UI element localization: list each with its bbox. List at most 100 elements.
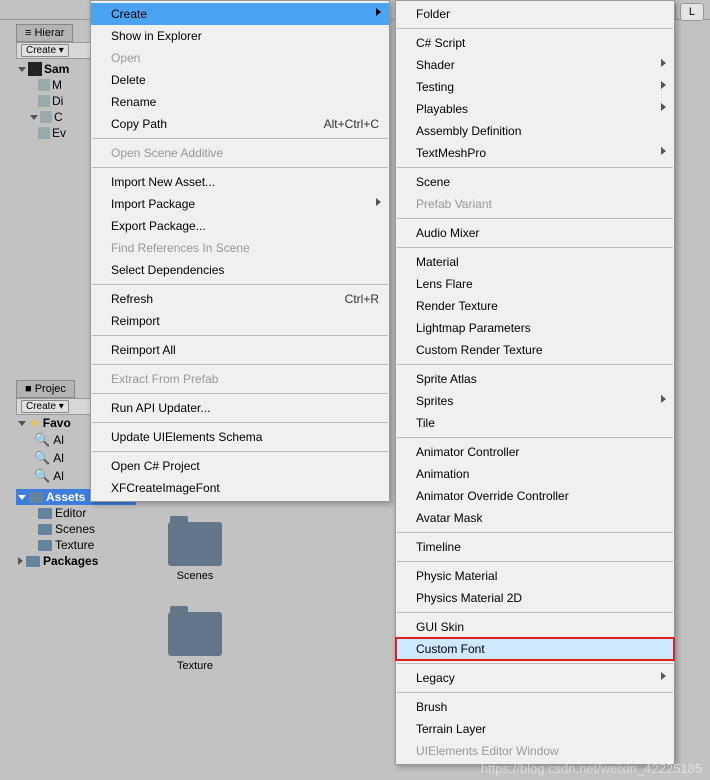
watermark: https://blog.csdn.net/weixin_42225185 xyxy=(481,761,702,776)
menu-item-animation[interactable]: Animation xyxy=(396,463,674,485)
menu-separator xyxy=(92,393,388,394)
shortcut-label: Alt+Ctrl+C xyxy=(324,117,379,131)
menu-item-legacy[interactable]: Legacy xyxy=(396,667,674,689)
menu-item-tile[interactable]: Tile xyxy=(396,412,674,434)
submenu-arrow-icon xyxy=(376,198,381,206)
menu-item-xfcreateimagefont[interactable]: XFCreateImageFont xyxy=(91,477,389,499)
top-button-l[interactable]: L xyxy=(680,3,704,21)
menu-separator xyxy=(397,247,673,248)
menu-item-export-package[interactable]: Export Package... xyxy=(91,215,389,237)
project-create-button[interactable]: Create ▾ xyxy=(21,400,69,413)
menu-separator xyxy=(92,364,388,365)
menu-item-reimport[interactable]: Reimport xyxy=(91,310,389,332)
menu-item-reimport-all[interactable]: Reimport All xyxy=(91,339,389,361)
menu-item-avatar-mask[interactable]: Avatar Mask xyxy=(396,507,674,529)
menu-separator xyxy=(92,422,388,423)
menu-separator xyxy=(397,218,673,219)
folder-row[interactable]: Scenes xyxy=(16,521,136,537)
menu-separator xyxy=(92,138,388,139)
menu-item-copy-path[interactable]: Copy PathAlt+Ctrl+C xyxy=(91,113,389,135)
folder-icon xyxy=(38,508,52,519)
menu-item-physic-material[interactable]: Physic Material xyxy=(396,565,674,587)
menu-separator xyxy=(397,28,673,29)
menu-item-c-script[interactable]: C# Script xyxy=(396,32,674,54)
menu-item-delete[interactable]: Delete xyxy=(91,69,389,91)
content-folder[interactable]: Scenes xyxy=(160,522,230,582)
menu-separator xyxy=(397,437,673,438)
folder-icon xyxy=(26,556,40,567)
menu-item-run-api-updater[interactable]: Run API Updater... xyxy=(91,397,389,419)
menu-separator xyxy=(92,167,388,168)
menu-item-show-in-explorer[interactable]: Show in Explorer xyxy=(91,25,389,47)
menu-item-create[interactable]: Create xyxy=(91,3,389,25)
menu-item-playables[interactable]: Playables xyxy=(396,98,674,120)
menu-item-audio-mixer[interactable]: Audio Mixer xyxy=(396,222,674,244)
scene-name: Sam xyxy=(44,62,69,76)
hierarchy-tab[interactable]: ≡ Hierar xyxy=(16,24,73,42)
star-icon: ★ xyxy=(29,416,40,430)
expand-icon[interactable] xyxy=(18,495,26,500)
menu-separator xyxy=(397,692,673,693)
menu-item-brush[interactable]: Brush xyxy=(396,696,674,718)
menu-item-scene[interactable]: Scene xyxy=(396,171,674,193)
menu-separator xyxy=(397,663,673,664)
submenu-arrow-icon xyxy=(661,103,666,111)
menu-item-lens-flare[interactable]: Lens Flare xyxy=(396,273,674,295)
menu-item-custom-font[interactable]: Custom Font xyxy=(396,638,674,660)
context-menu-main: CreateShow in ExplorerOpenDeleteRenameCo… xyxy=(90,0,390,502)
menu-item-sprite-atlas[interactable]: Sprite Atlas xyxy=(396,368,674,390)
menu-item-timeline[interactable]: Timeline xyxy=(396,536,674,558)
menu-item-custom-render-texture[interactable]: Custom Render Texture xyxy=(396,339,674,361)
project-tab[interactable]: ■ Projec xyxy=(16,380,75,398)
menu-separator xyxy=(397,167,673,168)
menu-item-terrain-layer[interactable]: Terrain Layer xyxy=(396,718,674,740)
menu-item-physics-material-2d[interactable]: Physics Material 2D xyxy=(396,587,674,609)
search-icon: 🔍 xyxy=(34,450,50,466)
gameobject-icon xyxy=(40,111,52,123)
menu-item-render-texture[interactable]: Render Texture xyxy=(396,295,674,317)
submenu-arrow-icon xyxy=(661,147,666,155)
menu-item-gui-skin[interactable]: GUI Skin xyxy=(396,616,674,638)
menu-item-import-new-asset[interactable]: Import New Asset... xyxy=(91,171,389,193)
menu-item-rename[interactable]: Rename xyxy=(91,91,389,113)
menu-item-uielements-editor-window: UIElements Editor Window xyxy=(396,740,674,762)
menu-separator xyxy=(397,532,673,533)
folder-row[interactable]: Editor xyxy=(16,505,136,521)
menu-separator xyxy=(397,612,673,613)
expand-icon[interactable] xyxy=(18,557,23,565)
search-icon: 🔍 xyxy=(34,432,50,448)
menu-item-testing[interactable]: Testing xyxy=(396,76,674,98)
submenu-arrow-icon xyxy=(661,59,666,67)
menu-item-open-c-project[interactable]: Open C# Project xyxy=(91,455,389,477)
menu-item-assembly-definition[interactable]: Assembly Definition xyxy=(396,120,674,142)
folder-row[interactable]: Texture xyxy=(16,537,136,553)
menu-item-animator-controller[interactable]: Animator Controller xyxy=(396,441,674,463)
gameobject-icon xyxy=(38,127,50,139)
submenu-arrow-icon xyxy=(661,81,666,89)
menu-item-animator-override-controller[interactable]: Animator Override Controller xyxy=(396,485,674,507)
menu-item-update-uielements-schema[interactable]: Update UIElements Schema xyxy=(91,426,389,448)
menu-item-lightmap-parameters[interactable]: Lightmap Parameters xyxy=(396,317,674,339)
menu-item-material[interactable]: Material xyxy=(396,251,674,273)
folder-icon xyxy=(29,492,43,503)
menu-separator xyxy=(397,561,673,562)
packages-folder[interactable]: Packages xyxy=(16,553,136,569)
menu-item-import-package[interactable]: Import Package xyxy=(91,193,389,215)
menu-item-shader[interactable]: Shader xyxy=(396,54,674,76)
create-submenu: Folder C# ScriptShaderTestingPlayablesAss… xyxy=(395,0,675,765)
hierarchy-create-button[interactable]: Create ▾ xyxy=(21,44,69,57)
menu-item-textmeshpro[interactable]: TextMeshPro xyxy=(396,142,674,164)
menu-item-select-dependencies[interactable]: Select Dependencies xyxy=(91,259,389,281)
menu-item-sprites[interactable]: Sprites xyxy=(396,390,674,412)
submenu-arrow-icon xyxy=(376,8,381,16)
expand-icon[interactable] xyxy=(30,115,38,120)
expand-icon[interactable] xyxy=(18,67,26,72)
content-folder[interactable]: Texture xyxy=(160,612,230,672)
menu-item-folder[interactable]: Folder xyxy=(396,3,674,25)
folder-icon xyxy=(38,524,52,535)
menu-item-extract-from-prefab: Extract From Prefab xyxy=(91,368,389,390)
menu-item-refresh[interactable]: RefreshCtrl+R xyxy=(91,288,389,310)
expand-icon[interactable] xyxy=(18,421,26,426)
menu-separator xyxy=(92,284,388,285)
menu-item-open: Open xyxy=(91,47,389,69)
